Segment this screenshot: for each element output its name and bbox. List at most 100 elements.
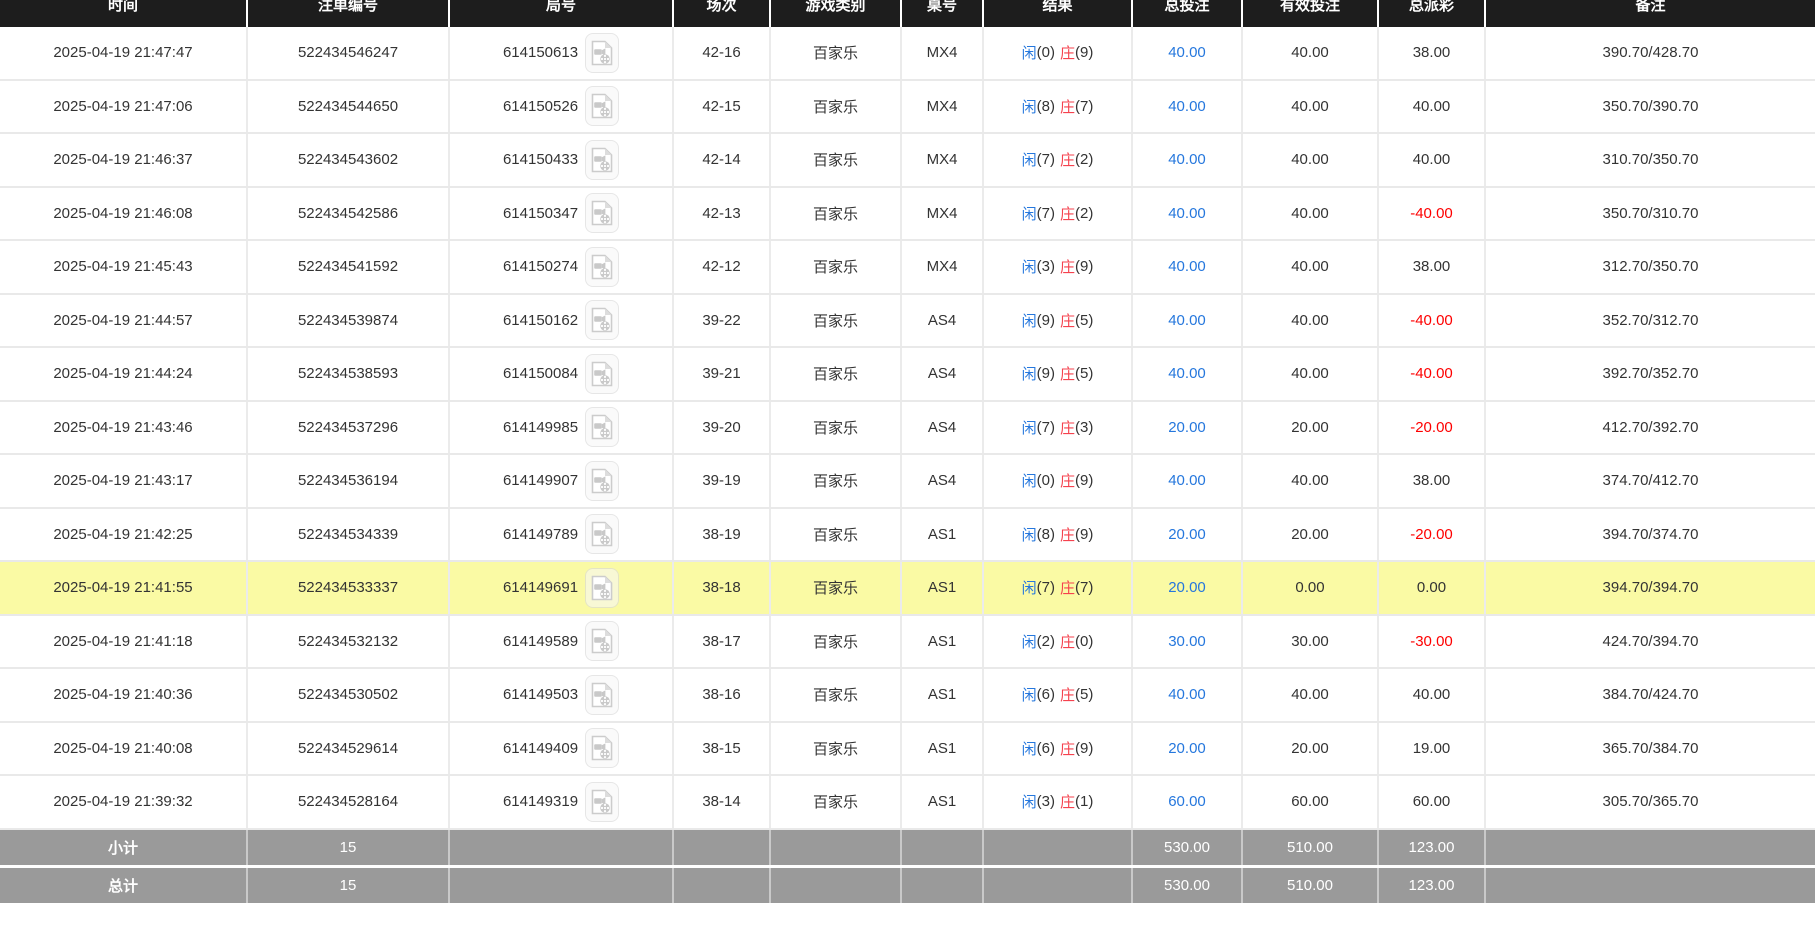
- video-replay-button[interactable]: [585, 407, 619, 447]
- cell-result: 闲(7)庄(2): [984, 134, 1133, 186]
- video-replay-button[interactable]: [585, 728, 619, 768]
- banker-result-score: (2): [1075, 205, 1093, 222]
- total-bet-link[interactable]: 20.00: [1168, 740, 1206, 757]
- cell-result: 闲(3)庄(9): [984, 241, 1133, 293]
- cell-total-bet: 20.00: [1133, 562, 1243, 614]
- cell-valid-bet: 30.00: [1243, 616, 1379, 668]
- cell-round-number: 614149691: [450, 562, 674, 614]
- video-replay-button[interactable]: [585, 193, 619, 233]
- banker-result-label: 庄: [1060, 42, 1075, 63]
- table-row[interactable]: 2025-04-19 21:46:08 522434542586 6141503…: [0, 188, 1815, 242]
- table-row[interactable]: 2025-04-19 21:45:43 522434541592 6141502…: [0, 241, 1815, 295]
- video-replay-button[interactable]: [585, 247, 619, 287]
- cell-valid-bet: 20.00: [1243, 402, 1379, 454]
- cell-table-number: MX4: [902, 188, 984, 240]
- table-row[interactable]: 2025-04-19 21:40:08 522434529614 6141494…: [0, 723, 1815, 777]
- video-replay-button[interactable]: [585, 621, 619, 661]
- table-row[interactable]: 2025-04-19 21:41:55 522434533337 6141496…: [0, 562, 1815, 616]
- video-replay-button[interactable]: [585, 33, 619, 73]
- subtotal-total-bet: 530.00: [1133, 830, 1243, 865]
- total-bet-link[interactable]: 20.00: [1168, 579, 1206, 596]
- cell-time: 2025-04-19 21:39:32: [0, 776, 248, 828]
- total-bet-link[interactable]: 40.00: [1168, 312, 1206, 329]
- video-replay-button[interactable]: [585, 140, 619, 180]
- player-result-label: 闲: [1022, 310, 1037, 331]
- cell-session: 39-22: [674, 295, 771, 347]
- video-replay-button[interactable]: [585, 782, 619, 822]
- total-row: 总计 15 530.00 510.00 123.00: [0, 868, 1815, 903]
- cell-valid-bet: 40.00: [1243, 27, 1379, 79]
- video-replay-button[interactable]: [585, 568, 619, 608]
- cell-payout: 38.00: [1379, 241, 1486, 293]
- column-header: 场次: [674, 0, 771, 27]
- bet-records-table: 时间 注单编号 局号 场次 游戏类别 桌号 结果 总投注 有效投注 总派彩 备注…: [0, 0, 1815, 903]
- video-replay-button[interactable]: [585, 354, 619, 394]
- cell-remark: 394.70/374.70: [1486, 509, 1815, 561]
- total-empty-remark: [1486, 868, 1815, 903]
- table-row[interactable]: 2025-04-19 21:43:17 522434536194 6141499…: [0, 455, 1815, 509]
- table-row[interactable]: 2025-04-19 21:47:47 522434546247 6141506…: [0, 27, 1815, 81]
- column-header: 备注: [1486, 0, 1815, 27]
- cell-round-number: 614150274: [450, 241, 674, 293]
- table-row[interactable]: 2025-04-19 21:43:46 522434537296 6141499…: [0, 402, 1815, 456]
- video-replay-button[interactable]: [585, 86, 619, 126]
- cell-session: 42-13: [674, 188, 771, 240]
- total-bet-link[interactable]: 40.00: [1168, 472, 1206, 489]
- cell-session: 42-12: [674, 241, 771, 293]
- banker-result-label: 庄: [1060, 791, 1075, 812]
- cell-result: 闲(7)庄(2): [984, 188, 1133, 240]
- total-empty-session: [674, 868, 771, 903]
- video-file-icon: [591, 414, 613, 440]
- video-replay-button[interactable]: [585, 461, 619, 501]
- cell-bet-number: 522434530502: [248, 669, 450, 721]
- subtotal-count: 15: [248, 830, 450, 865]
- total-valid-bet: 510.00: [1243, 868, 1379, 903]
- table-row[interactable]: 2025-04-19 21:42:25 522434534339 6141497…: [0, 509, 1815, 563]
- total-bet-link[interactable]: 20.00: [1168, 419, 1206, 436]
- cell-time: 2025-04-19 21:41:55: [0, 562, 248, 614]
- table-row[interactable]: 2025-04-19 21:44:24 522434538593 6141500…: [0, 348, 1815, 402]
- cell-bet-number: 522434538593: [248, 348, 450, 400]
- banker-result-score: (1): [1075, 793, 1093, 810]
- banker-result-score: (5): [1075, 686, 1093, 703]
- table-row[interactable]: 2025-04-19 21:44:57 522434539874 6141501…: [0, 295, 1815, 349]
- total-bet-link[interactable]: 40.00: [1168, 205, 1206, 222]
- cell-total-bet: 40.00: [1133, 295, 1243, 347]
- table-row[interactable]: 2025-04-19 21:39:32 522434528164 6141493…: [0, 776, 1815, 830]
- video-replay-button[interactable]: [585, 675, 619, 715]
- total-bet-link[interactable]: 60.00: [1168, 793, 1206, 810]
- total-bet-link[interactable]: 40.00: [1168, 686, 1206, 703]
- cell-payout: 38.00: [1379, 455, 1486, 507]
- video-file-icon: [591, 254, 613, 280]
- cell-total-bet: 40.00: [1133, 134, 1243, 186]
- column-header: 注单编号: [248, 0, 450, 27]
- cell-game-type: 百家乐: [771, 241, 902, 293]
- total-bet-link[interactable]: 40.00: [1168, 365, 1206, 382]
- total-bet-link[interactable]: 30.00: [1168, 633, 1206, 650]
- cell-bet-number: 522434536194: [248, 455, 450, 507]
- cell-result: 闲(0)庄(9): [984, 455, 1133, 507]
- table-row[interactable]: 2025-04-19 21:46:37 522434543602 6141504…: [0, 134, 1815, 188]
- column-header: 有效投注: [1243, 0, 1379, 27]
- cell-table-number: AS1: [902, 669, 984, 721]
- player-result-label: 闲: [1022, 470, 1037, 491]
- total-bet-link[interactable]: 40.00: [1168, 44, 1206, 61]
- table-row[interactable]: 2025-04-19 21:40:36 522434530502 6141495…: [0, 669, 1815, 723]
- total-bet-link[interactable]: 40.00: [1168, 151, 1206, 168]
- cell-session: 42-16: [674, 27, 771, 79]
- cell-session: 42-14: [674, 134, 771, 186]
- video-replay-button[interactable]: [585, 514, 619, 554]
- cell-time: 2025-04-19 21:42:25: [0, 509, 248, 561]
- player-result-score: (9): [1037, 365, 1055, 382]
- cell-session: 42-15: [674, 81, 771, 133]
- table-row[interactable]: 2025-04-19 21:41:18 522434532132 6141495…: [0, 616, 1815, 670]
- table-row[interactable]: 2025-04-19 21:47:06 522434544650 6141505…: [0, 81, 1815, 135]
- total-bet-link[interactable]: 40.00: [1168, 258, 1206, 275]
- subtotal-label: 小计: [0, 830, 248, 865]
- cell-session: 38-17: [674, 616, 771, 668]
- total-bet-link[interactable]: 20.00: [1168, 526, 1206, 543]
- video-file-icon: [591, 307, 613, 333]
- video-replay-button[interactable]: [585, 300, 619, 340]
- cell-game-type: 百家乐: [771, 776, 902, 828]
- total-bet-link[interactable]: 40.00: [1168, 98, 1206, 115]
